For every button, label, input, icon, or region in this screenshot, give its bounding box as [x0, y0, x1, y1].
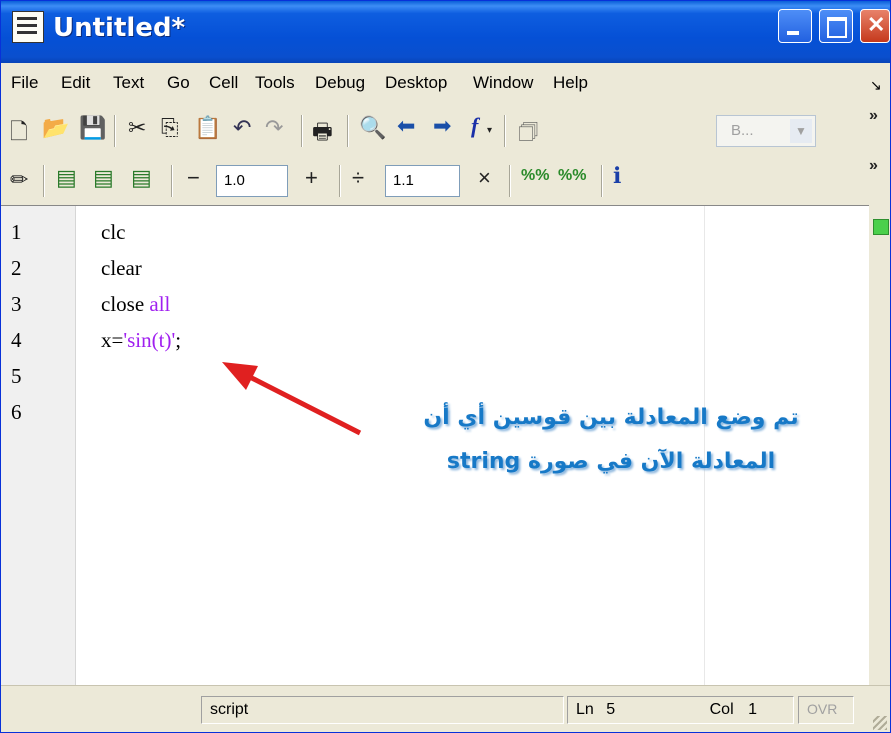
separator: [43, 165, 44, 197]
code-line[interactable]: close all: [101, 292, 170, 317]
menu-edit[interactable]: Edit: [61, 73, 90, 93]
remove-cell-divider-icon[interactable]: %%: [558, 167, 586, 185]
vertical-scroll-area[interactable]: [869, 205, 890, 685]
resize-grip-icon[interactable]: [873, 716, 887, 730]
cell-mode-icon[interactable]: ✏: [10, 167, 28, 193]
divide-button[interactable]: ÷: [352, 165, 364, 191]
right-text-limit-line: [704, 206, 705, 686]
status-col-value: 1: [748, 701, 757, 718]
code-line[interactable]: clear: [101, 256, 142, 281]
keyword-all: all: [149, 292, 171, 316]
separator: [601, 165, 602, 197]
menu-bar: File Edit Text Go Cell Tools Debug Deskt…: [1, 63, 890, 103]
decrement-button[interactable]: −: [187, 165, 200, 191]
editor-window: Untitled* File Edit Text Go Cell Tools D…: [0, 0, 891, 733]
base-combo-label: B...: [731, 122, 754, 139]
window-title: Untitled*: [53, 13, 186, 43]
separator: [347, 115, 348, 147]
line-number: 5: [11, 364, 22, 388]
menu-text[interactable]: Text: [113, 73, 144, 93]
dock-arrow-icon[interactable]: ↘: [870, 77, 882, 94]
menu-cell[interactable]: Cell: [209, 73, 238, 93]
forward-arrow-icon[interactable]: ➡: [433, 113, 451, 139]
maximize-button[interactable]: [819, 9, 853, 43]
print-icon[interactable]: 🖶: [312, 115, 333, 153]
increment-value-field[interactable]: 1.0: [216, 165, 288, 197]
eval-cell-icon[interactable]: ▤: [56, 165, 77, 191]
separator: [504, 115, 505, 147]
copy-icon[interactable]: ⎘: [161, 115, 179, 141]
status-ln-label: Ln: [576, 701, 594, 718]
close-button[interactable]: [860, 9, 890, 43]
stack-icon[interactable]: 🗇: [518, 115, 538, 153]
insert-cell-divider-icon[interactable]: %%: [521, 167, 549, 185]
separator: [509, 165, 510, 197]
base-combo[interactable]: B... ▼: [716, 115, 816, 147]
divide-value-field[interactable]: 1.1: [385, 165, 460, 197]
code-editor[interactable]: 1 2 3 4 5 6 clc clear close all x='sin(t…: [1, 205, 869, 686]
eval-cell-advance-icon[interactable]: ▤: [93, 165, 114, 191]
separator: [301, 115, 302, 147]
menu-help[interactable]: Help: [553, 73, 588, 93]
line-number-gutter: 1 2 3 4 5 6: [1, 206, 76, 686]
dropdown-arrow-icon[interactable]: ▾: [487, 125, 492, 136]
separator: [114, 115, 115, 147]
toolbar-overflow[interactable]: »: [869, 157, 878, 175]
menu-file[interactable]: File: [11, 73, 38, 93]
menu-go[interactable]: Go: [167, 73, 190, 93]
info-icon[interactable]: ℹ: [613, 163, 621, 189]
line-number: 3: [11, 292, 22, 316]
separator: [339, 165, 340, 197]
annotation-line-1: تم وضع المعادلة بين قوسين أي أن: [423, 405, 799, 430]
document-icon: [12, 11, 44, 43]
line-number: 1: [11, 220, 22, 244]
open-folder-icon[interactable]: 📂: [42, 115, 69, 141]
save-icon[interactable]: 💾: [79, 115, 106, 141]
no-warnings-indicator[interactable]: [873, 219, 889, 235]
new-file-icon[interactable]: 🗋: [10, 115, 28, 153]
multiply-button[interactable]: ×: [478, 165, 491, 191]
increment-button[interactable]: +: [305, 165, 318, 191]
status-position: Ln 5 Col 1: [567, 696, 794, 724]
undo-icon[interactable]: ↶: [233, 115, 251, 141]
menu-debug[interactable]: Debug: [315, 73, 365, 93]
redo-icon[interactable]: ↷: [265, 115, 283, 141]
paste-icon[interactable]: 📋: [194, 115, 221, 141]
main-toolbar: 🗋 📂 💾 ✂ ⎘ 📋 ↶ ↷ 🖶 🔍 ⬅ ➡ f ▾ 🗇 B... ▼ »: [1, 103, 890, 159]
status-mode: script: [201, 696, 564, 724]
menu-desktop[interactable]: Desktop: [385, 73, 447, 93]
cell-toolbar: ✏ ▤ ▤ ▤ − 1.0 + ÷ 1.1 × %% %% ℹ »: [1, 157, 890, 205]
status-ovr: OVR: [798, 696, 854, 724]
line-number: 6: [11, 400, 22, 424]
status-ln-value: 5: [606, 701, 616, 718]
line-number: 2: [11, 256, 22, 280]
function-icon[interactable]: f: [471, 113, 478, 139]
status-bar: script Ln 5 Col 1 OVR: [1, 685, 890, 732]
string-literal: 'sin(t)': [123, 328, 176, 352]
cut-icon[interactable]: ✂: [128, 115, 146, 141]
back-arrow-icon[interactable]: ⬅: [397, 113, 415, 139]
toolbar-overflow[interactable]: »: [869, 107, 878, 125]
code-line[interactable]: clc: [101, 220, 125, 245]
eval-file-icon[interactable]: ▤: [131, 165, 152, 191]
separator: [171, 165, 172, 197]
minimize-button[interactable]: [778, 9, 812, 43]
status-col-label: Col: [709, 701, 734, 718]
code-line[interactable]: x='sin(t)';: [101, 328, 181, 353]
menu-tools[interactable]: Tools: [255, 73, 295, 93]
title-bar[interactable]: Untitled*: [1, 1, 890, 63]
annotation-line-2: المعادلة الآن في صورة string: [446, 449, 776, 474]
chevron-down-icon[interactable]: ▼: [790, 119, 812, 143]
find-icon[interactable]: 🔍: [359, 115, 386, 141]
line-number: 4: [11, 328, 22, 352]
menu-window[interactable]: Window: [473, 73, 533, 93]
